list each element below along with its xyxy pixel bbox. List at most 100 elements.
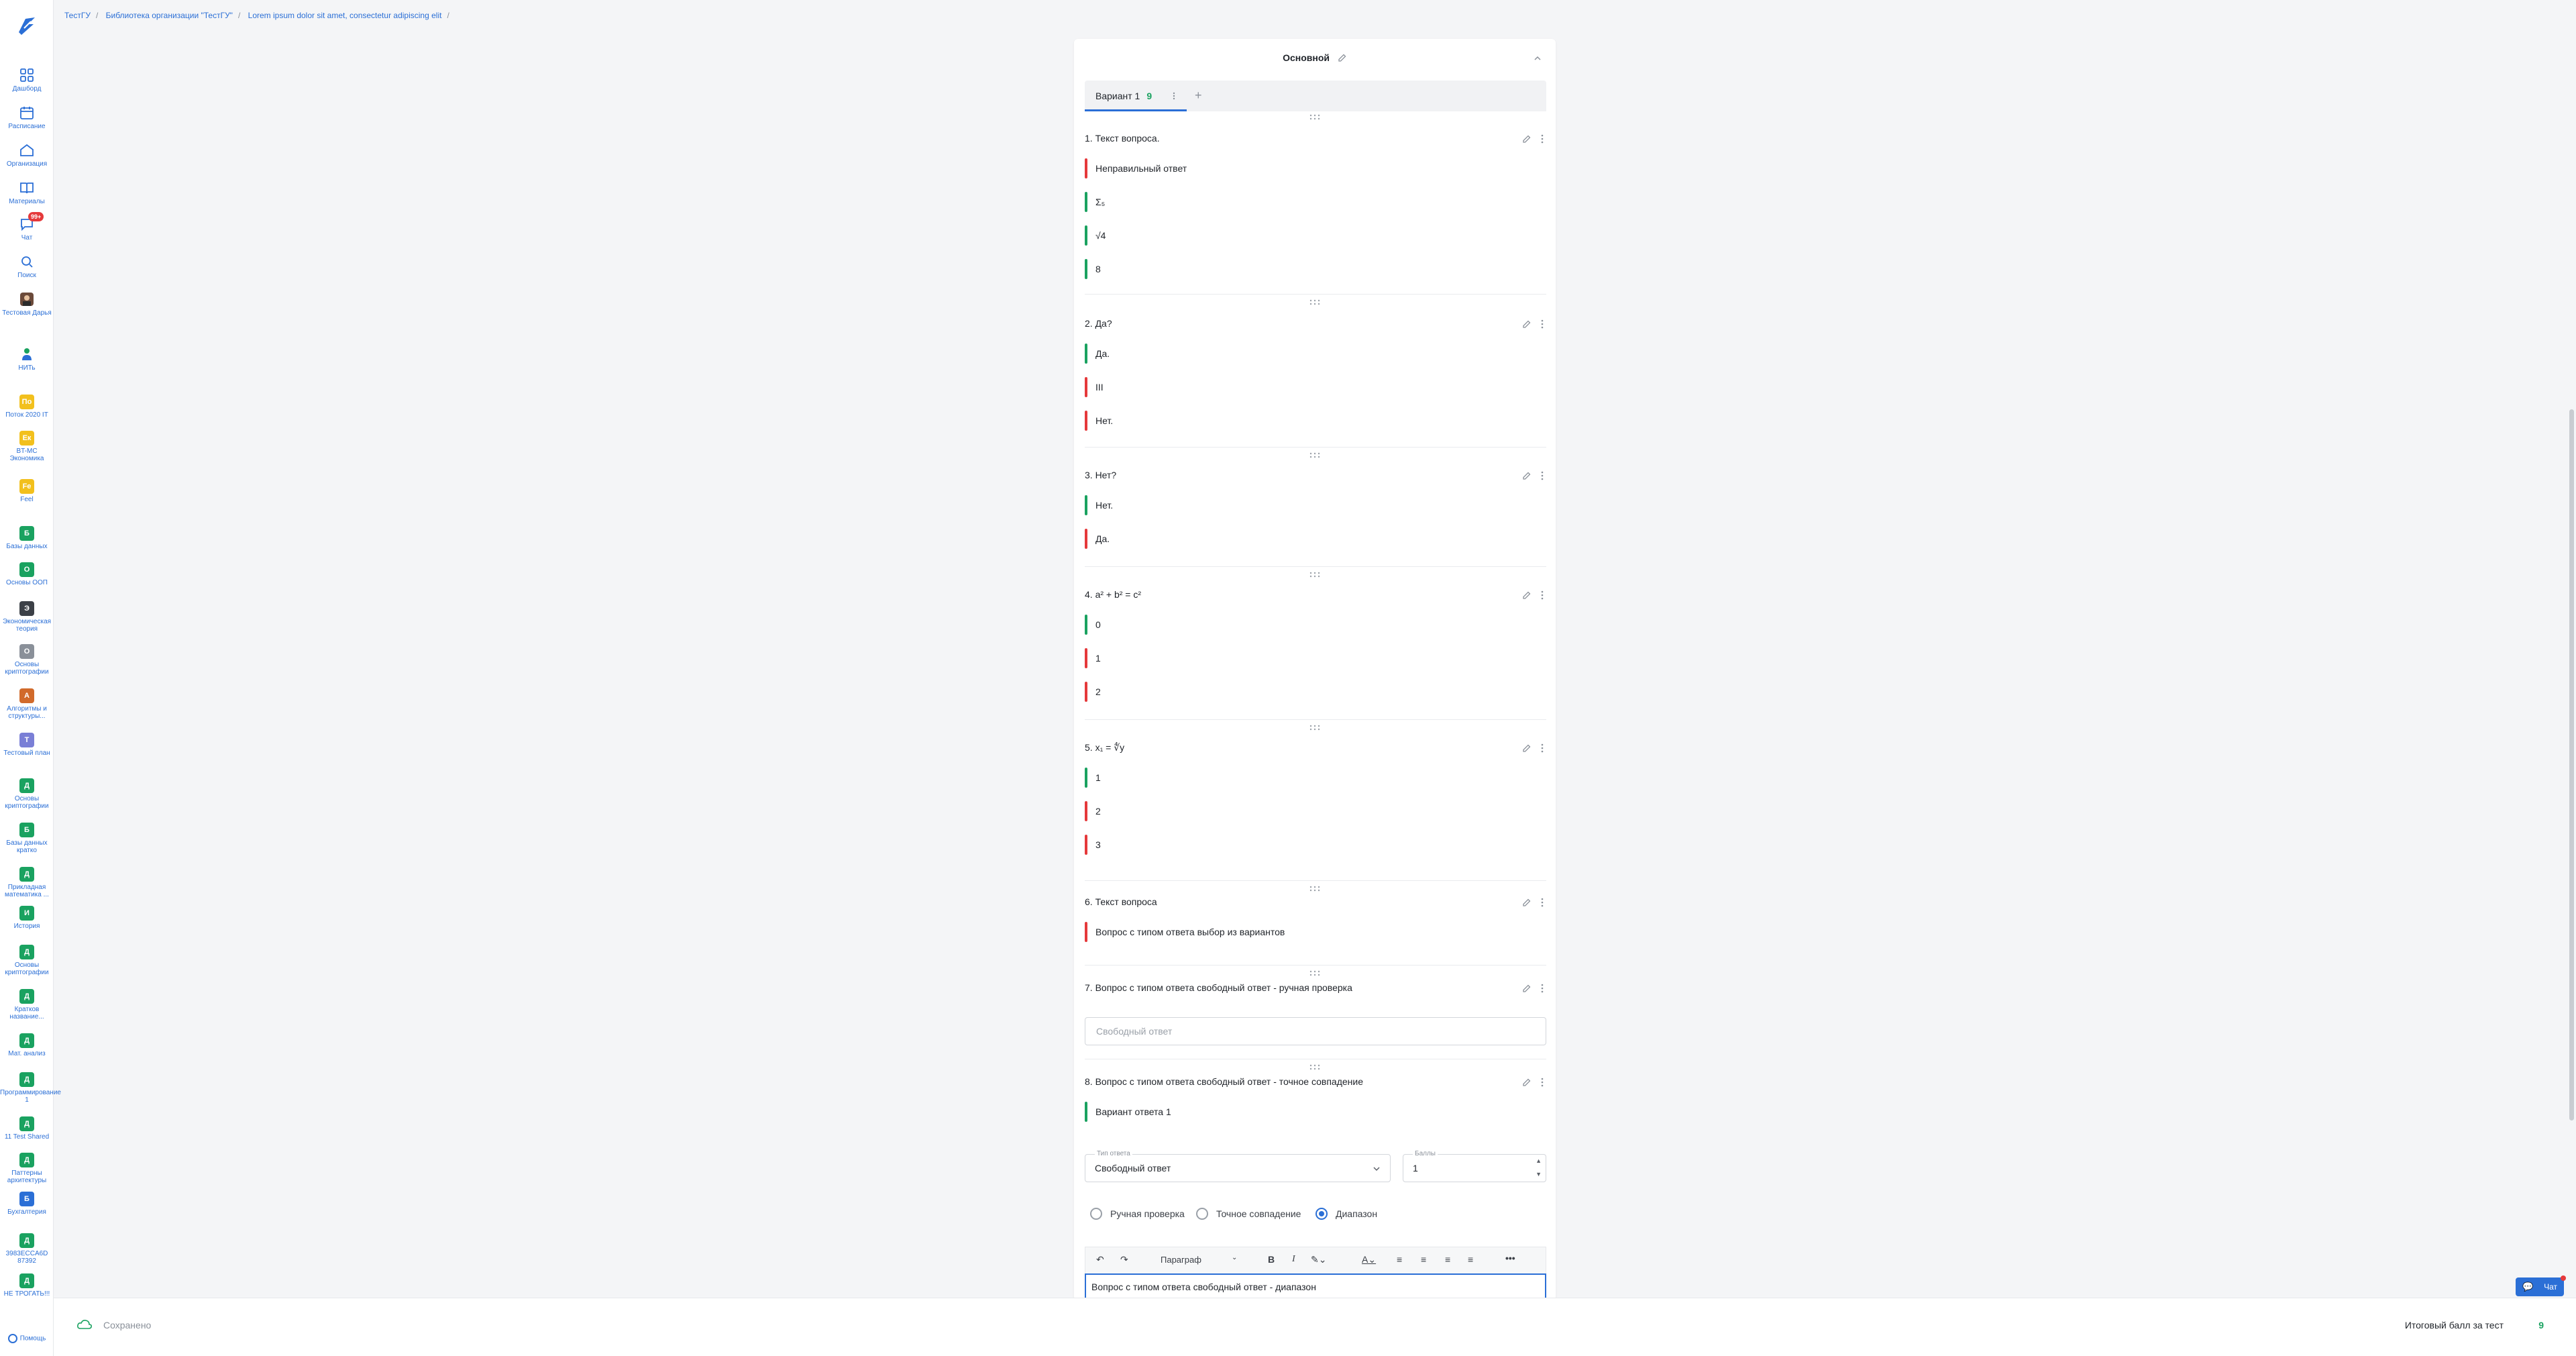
course-item[interactable]: Д НЕ ТРОГАТЬ!!! — [0, 1273, 54, 1298]
align-left-icon[interactable]: ≡ — [1397, 1254, 1402, 1265]
nav-profile[interactable]: Тестовая Дарья — [0, 291, 54, 317]
chat-button[interactable]: 💬 Чат — [2516, 1275, 2566, 1296]
course-item[interactable]: О Основы ООП — [0, 562, 54, 586]
paragraph-select[interactable]: Параграф — [1161, 1255, 1201, 1265]
drag-handle-icon[interactable] — [1308, 725, 1322, 731]
radio-range[interactable] — [1316, 1208, 1328, 1220]
font-color-icon[interactable]: A⌄ — [1362, 1254, 1376, 1265]
question-actions-icon[interactable] — [1519, 742, 1546, 754]
course-item[interactable]: Д Основы криптографии — [0, 778, 54, 810]
points-stepper[interactable]: Баллы 1 ▲ ▼ — [1403, 1150, 1546, 1182]
add-variant-button[interactable]: + — [1195, 81, 1202, 110]
help-link[interactable]: Помощь — [0, 1334, 54, 1343]
app-logo-icon[interactable] — [15, 13, 39, 38]
answer-option[interactable]: Σ₅ — [1085, 192, 1105, 212]
course-item[interactable]: Б Базы данных кратко — [0, 823, 54, 854]
page-scrollbar[interactable] — [2569, 409, 2574, 1120]
drag-handle-icon[interactable] — [1308, 970, 1322, 977]
question-actions-icon[interactable] — [1519, 133, 1546, 145]
highlight-icon[interactable]: ✎⌄ — [1311, 1254, 1326, 1265]
nav-chat[interactable]: 99+ Чат — [0, 212, 54, 242]
drag-handle-icon[interactable] — [1308, 886, 1322, 892]
answer-option[interactable]: Да. — [1085, 344, 1110, 364]
question-text-editor[interactable]: Вопрос с типом ответа свободный ответ - … — [1085, 1273, 1546, 1300]
stepper-up-icon[interactable]: ▲ — [1536, 1157, 1542, 1164]
answer-option[interactable]: 1 — [1085, 768, 1101, 788]
drag-handle-icon[interactable] — [1308, 299, 1322, 306]
radio-manual-check[interactable] — [1090, 1208, 1102, 1220]
answer-option[interactable]: 0 — [1085, 615, 1101, 635]
undo-icon[interactable]: ↶ — [1096, 1254, 1104, 1265]
align-justify-icon[interactable]: ≡ — [1468, 1254, 1473, 1265]
collapse-chevron-up-icon[interactable] — [1533, 54, 1542, 63]
edit-pencil-icon[interactable] — [1338, 53, 1347, 62]
course-item[interactable]: Д Основы криптографии — [0, 945, 54, 976]
nav-search[interactable]: Поиск — [0, 254, 54, 279]
question-actions-icon[interactable] — [1519, 589, 1546, 601]
align-center-icon[interactable]: ≡ — [1421, 1254, 1426, 1265]
points-value: 1 — [1413, 1163, 1418, 1174]
course-item[interactable]: Ек BT-MC Экономика — [0, 431, 54, 462]
stepper-down-icon[interactable]: ▼ — [1536, 1171, 1542, 1178]
course-item[interactable]: И История — [0, 906, 54, 930]
course-item[interactable]: Т Тестовый план — [0, 733, 54, 757]
answer-option[interactable]: III — [1085, 377, 1104, 397]
question-actions-icon[interactable] — [1519, 896, 1546, 908]
answer-option[interactable]: 1 — [1085, 648, 1101, 668]
answer-option[interactable]: 2 — [1085, 682, 1101, 702]
course-item[interactable]: Д 3983ECCA6D 87392 — [0, 1233, 54, 1265]
bold-icon[interactable]: B — [1268, 1254, 1275, 1265]
course-item[interactable]: Б Базы данных — [0, 526, 54, 550]
course-item[interactable]: Д Паттерны архитектуры — [0, 1153, 54, 1184]
align-right-icon[interactable]: ≡ — [1445, 1254, 1450, 1265]
italic-icon[interactable]: I — [1292, 1254, 1295, 1265]
question-actions-icon[interactable] — [1519, 1076, 1546, 1088]
more-toolbar-icon[interactable]: ••• — [1505, 1253, 1515, 1263]
breadcrumb-item-2[interactable]: Lorem ipsum dolor sit amet, consectetur … — [248, 11, 442, 20]
chat-badge: 99+ — [28, 212, 44, 221]
answer-type-select[interactable]: Тип ответа Свободный ответ — [1085, 1150, 1391, 1182]
answer-option[interactable]: Вариант ответа 1 — [1085, 1102, 1171, 1122]
breadcrumb-item-1[interactable]: Библиотека организации "ТестГУ" — [106, 11, 233, 20]
answer-option[interactable]: Неправильный ответ — [1085, 158, 1187, 178]
breadcrumb-item-0[interactable]: ТестГУ — [64, 11, 91, 20]
question-actions-icon[interactable] — [1519, 982, 1546, 994]
free-answer-input[interactable]: Свободный ответ — [1085, 1017, 1546, 1045]
course-item[interactable]: О Основы криптографии — [0, 644, 54, 676]
answer-option[interactable]: √4 — [1085, 225, 1106, 246]
answer-option[interactable]: 3 — [1085, 835, 1101, 855]
drag-handle-icon[interactable] — [1308, 572, 1322, 578]
course-item[interactable]: Д 11 Test Shared — [0, 1116, 54, 1141]
question-actions-icon[interactable] — [1519, 318, 1546, 330]
radio-exact-match[interactable] — [1196, 1208, 1208, 1220]
nav-schedule[interactable]: Расписание — [0, 105, 54, 130]
tab-more-icon[interactable] — [1172, 91, 1176, 101]
drag-handle-icon[interactable] — [1308, 452, 1322, 459]
redo-icon[interactable]: ↷ — [1120, 1254, 1128, 1265]
course-item[interactable]: Э Экономическая теория — [0, 601, 54, 633]
question-title: 7. Вопрос с типом ответа свободный ответ… — [1085, 982, 1352, 993]
nav-organization[interactable]: Организация — [0, 142, 54, 168]
course-item[interactable]: Б Бухгалтерия — [0, 1192, 54, 1216]
course-item[interactable]: Д Прикладная математика ... — [0, 867, 54, 898]
help-label: Помощь — [19, 1335, 46, 1343]
answer-option[interactable]: 8 — [1085, 259, 1101, 279]
answer-option[interactable]: Нет. — [1085, 411, 1113, 431]
course-item[interactable]: Д Кратков название... — [0, 989, 54, 1021]
course-item[interactable]: По Поток 2020 IT — [0, 395, 54, 419]
nav-materials[interactable]: Материалы — [0, 180, 54, 205]
nav-dashboard[interactable]: Дашборд — [0, 67, 54, 93]
course-item[interactable]: Fe Feel — [0, 479, 54, 503]
answer-option[interactable]: Вопрос с типом ответа выбор из вариантов — [1085, 922, 1285, 942]
question-actions-icon[interactable] — [1519, 470, 1546, 482]
tab-variant-1[interactable]: Вариант 1 9 — [1085, 81, 1187, 111]
nav-nit[interactable]: НИТь — [0, 346, 54, 372]
course-item[interactable]: Д Мат. анализ — [0, 1033, 54, 1057]
course-item[interactable]: Д Программирование 1 — [0, 1072, 61, 1104]
answer-option[interactable]: Да. — [1085, 529, 1110, 549]
drag-handle-icon[interactable] — [1308, 1064, 1322, 1071]
drag-handle-icon[interactable] — [1308, 114, 1322, 121]
answer-option[interactable]: 2 — [1085, 801, 1101, 821]
answer-option[interactable]: Нет. — [1085, 495, 1113, 515]
course-item[interactable]: А Алгоритмы и структуры... — [0, 688, 54, 720]
